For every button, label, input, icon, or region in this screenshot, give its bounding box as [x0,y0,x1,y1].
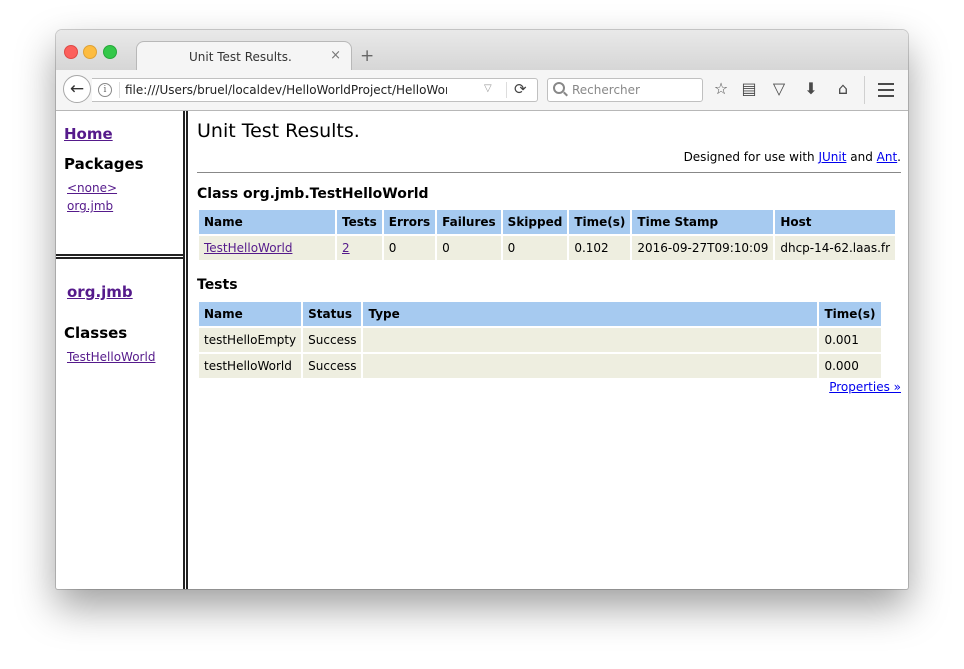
frame-divider-horizontal[interactable] [56,254,183,259]
col-name: Name [199,210,335,234]
table-row: TestHelloWorld 2 0 0 0 0.102 2016-09-27T… [199,236,896,260]
tab-close-icon[interactable]: × [330,48,341,63]
cell-type [363,354,818,378]
classes-heading: Classes [64,324,128,342]
bookmark-star-icon[interactable]: ☆ [711,79,731,98]
menu-hamburger-icon[interactable] [878,83,894,97]
col-failures: Failures [437,210,501,234]
col-skipped: Skipped [502,210,568,234]
junit-link[interactable]: JUnit [818,150,846,164]
cell-host: dhcp-14-62.laas.fr [775,236,896,260]
and-text: and [846,150,877,164]
cell-skipped: 0 [502,236,568,260]
col-name: Name [199,302,302,326]
page-title: Unit Test Results. [197,120,360,142]
browser-window: Unit Test Results. × + ← i file:///Users… [56,30,908,589]
package-heading-link[interactable]: org.jmb [67,283,133,301]
designed-prefix: Designed for use with [683,150,819,164]
tests-table: Name Status Type Time(s) testHelloEmpty … [197,300,883,380]
tests-count-link[interactable]: 2 [342,241,350,255]
active-tab[interactable]: Unit Test Results. × [136,41,352,72]
pocket-icon[interactable]: ▽ [769,79,789,98]
cell-type [363,328,818,352]
url-separator [119,82,120,98]
col-host: Host [775,210,896,234]
cell-status: Success [303,354,362,378]
maximize-window-button[interactable] [103,45,117,59]
class-name-link[interactable]: TestHelloWorld [204,241,292,255]
period-text: . [897,150,901,164]
cell-failures: 0 [437,236,501,260]
history-dropdown-icon[interactable]: ▽ [484,83,492,94]
cell-time: 0.001 [819,328,881,352]
main-frame: Unit Test Results. Designed for use with… [197,111,901,589]
cell-timestamp: 2016-09-27T09:10:09 [632,236,774,260]
left-frame: Home Packages <none> org.jmb org.jmb Cla… [56,111,183,589]
cell-errors: 0 [383,236,436,260]
cell-name: testHelloWorld [199,354,302,378]
table-row: testHelloEmpty Success 0.001 [199,328,881,352]
url-bar[interactable]: i file:///Users/bruel/localdev/HelloWorl… [92,78,538,102]
tests-heading: Tests [197,277,238,293]
table-header-row: Name Tests Errors Failures Skipped Time(… [199,210,896,234]
packages-heading: Packages [64,155,144,173]
tab-title: Unit Test Results. [189,50,292,64]
col-timestamp: Time Stamp [632,210,774,234]
col-type: Type [363,302,818,326]
cell-time: 0.000 [819,354,881,378]
home-link[interactable]: Home [64,125,113,143]
toolbar-separator [864,76,865,104]
col-time: Time(s) [569,210,631,234]
table-header-row: Name Status Type Time(s) [199,302,881,326]
col-tests: Tests [337,210,382,234]
page-content: Home Packages <none> org.jmb org.jmb Cla… [56,111,908,589]
package-link-none[interactable]: <none> [67,181,117,195]
cell-tests: 2 [337,236,382,260]
search-icon [553,82,565,94]
cell-time: 0.102 [569,236,631,260]
horizontal-rule [197,172,901,173]
downloads-arrow-icon[interactable]: ⬇ [801,79,821,98]
home-icon[interactable]: ⌂ [833,79,853,98]
frame-divider-vertical[interactable] [183,111,188,589]
nav-toolbar: ← i file:///Users/bruel/localdev/HelloWo… [56,70,908,111]
cell-name: TestHelloWorld [199,236,335,260]
url-separator [506,82,507,98]
reload-icon[interactable]: ⟳ [514,80,527,98]
minimize-window-button[interactable] [83,45,97,59]
col-status: Status [303,302,362,326]
close-window-button[interactable] [64,45,78,59]
bookmarks-list-icon[interactable]: ▤ [739,79,759,98]
info-icon[interactable]: i [98,83,112,97]
col-time: Time(s) [819,302,881,326]
search-box[interactable] [547,78,703,102]
col-errors: Errors [383,210,436,234]
cell-name: testHelloEmpty [199,328,302,352]
class-link-testhelloworld[interactable]: TestHelloWorld [67,350,155,364]
url-text[interactable]: file:///Users/bruel/localdev/HelloWorldP… [125,83,447,97]
cell-status: Success [303,328,362,352]
class-heading: Class org.jmb.TestHelloWorld [197,186,429,202]
properties-link[interactable]: Properties » [829,380,901,394]
package-link-org-jmb[interactable]: org.jmb [67,199,113,213]
new-tab-plus-icon[interactable]: + [360,46,374,66]
designed-for-note: Designed for use with JUnit and Ant. [684,150,901,164]
back-arrow-icon[interactable]: ← [63,75,91,103]
table-row: testHelloWorld Success 0.000 [199,354,881,378]
ant-link[interactable]: Ant [877,150,898,164]
search-input[interactable] [572,82,696,98]
class-summary-table: Name Tests Errors Failures Skipped Time(… [197,208,897,262]
title-bar: Unit Test Results. × + [56,30,908,72]
